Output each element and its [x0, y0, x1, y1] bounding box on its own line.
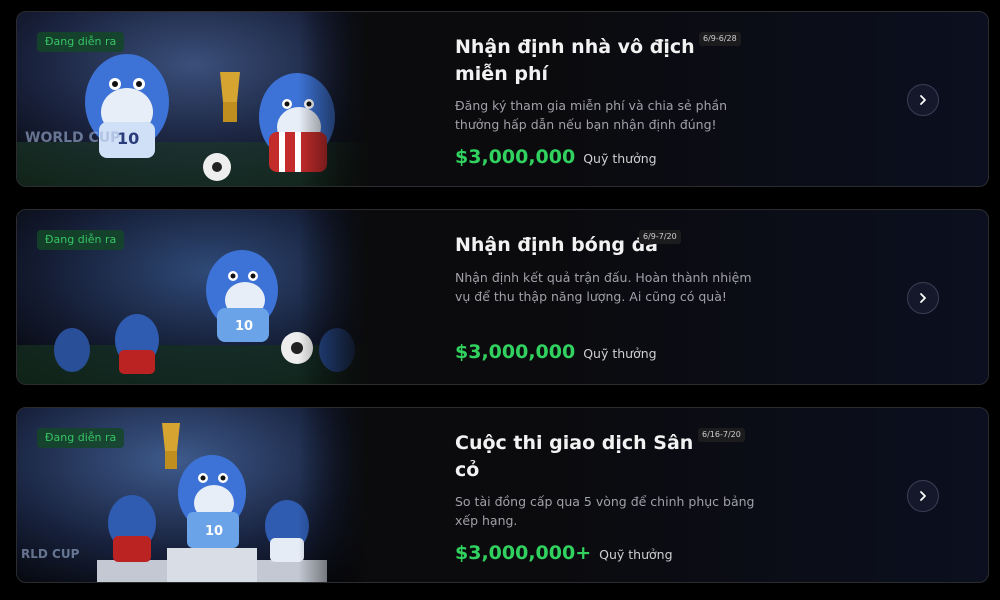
- event-card-list: 10 WORLD CUP Đang diễn ra Nhận định n: [0, 0, 1000, 600]
- chevron-right-icon: [920, 491, 926, 501]
- event-date: 6/16-7/20: [698, 428, 745, 442]
- event-date: 6/9-6/28: [699, 32, 741, 46]
- open-event-button[interactable]: [907, 480, 939, 512]
- event-title[interactable]: Cuộc thi giao dịch Sân cỏ: [455, 430, 695, 484]
- event-description: Đăng ký tham gia miễn phí và chia sẻ phầ…: [455, 98, 728, 132]
- open-event-button[interactable]: [907, 84, 939, 116]
- event-card[interactable]: 10 WORLD CUP Đang diễn ra Nhận định n: [16, 11, 989, 187]
- open-event-button[interactable]: [907, 282, 939, 314]
- prize-pool: $3,000,000+ Quỹ thưởng: [455, 542, 673, 564]
- prize-label: Quỹ thưởng: [583, 346, 657, 361]
- event-title[interactable]: Nhận định nhà vô địch miễn phí: [455, 34, 695, 88]
- status-badge: Đang diễn ra: [37, 32, 125, 52]
- event-description: Nhận định kết quả trận đấu. Hoàn thành n…: [455, 270, 752, 304]
- prize-label: Quỹ thưởng: [583, 151, 657, 166]
- chevron-right-icon: [920, 293, 926, 303]
- prize-label: Quỹ thưởng: [599, 547, 673, 562]
- prize-amount: $3,000,000+: [455, 542, 592, 564]
- status-badge: Đang diễn ra: [37, 428, 125, 448]
- status-badge: Đang diễn ra: [37, 230, 125, 250]
- prize-pool: $3,000,000 Quỹ thưởng: [455, 146, 657, 168]
- prize-amount: $3,000,000: [455, 341, 576, 363]
- event-card[interactable]: 10 Đang diễn ra Nhận định bóng đá 6/9-7/…: [16, 209, 989, 385]
- event-date: 6/9-7/20: [639, 230, 681, 244]
- prize-pool: $3,000,000 Quỹ thưởng: [455, 341, 657, 363]
- event-description: So tài đồng cấp qua 5 vòng để chinh phục…: [455, 494, 755, 528]
- event-card[interactable]: 10 RLD CUP Đang diễn ra Cuộc thi giao dị…: [16, 407, 989, 583]
- chevron-right-icon: [920, 95, 926, 105]
- prize-amount: $3,000,000: [455, 146, 576, 168]
